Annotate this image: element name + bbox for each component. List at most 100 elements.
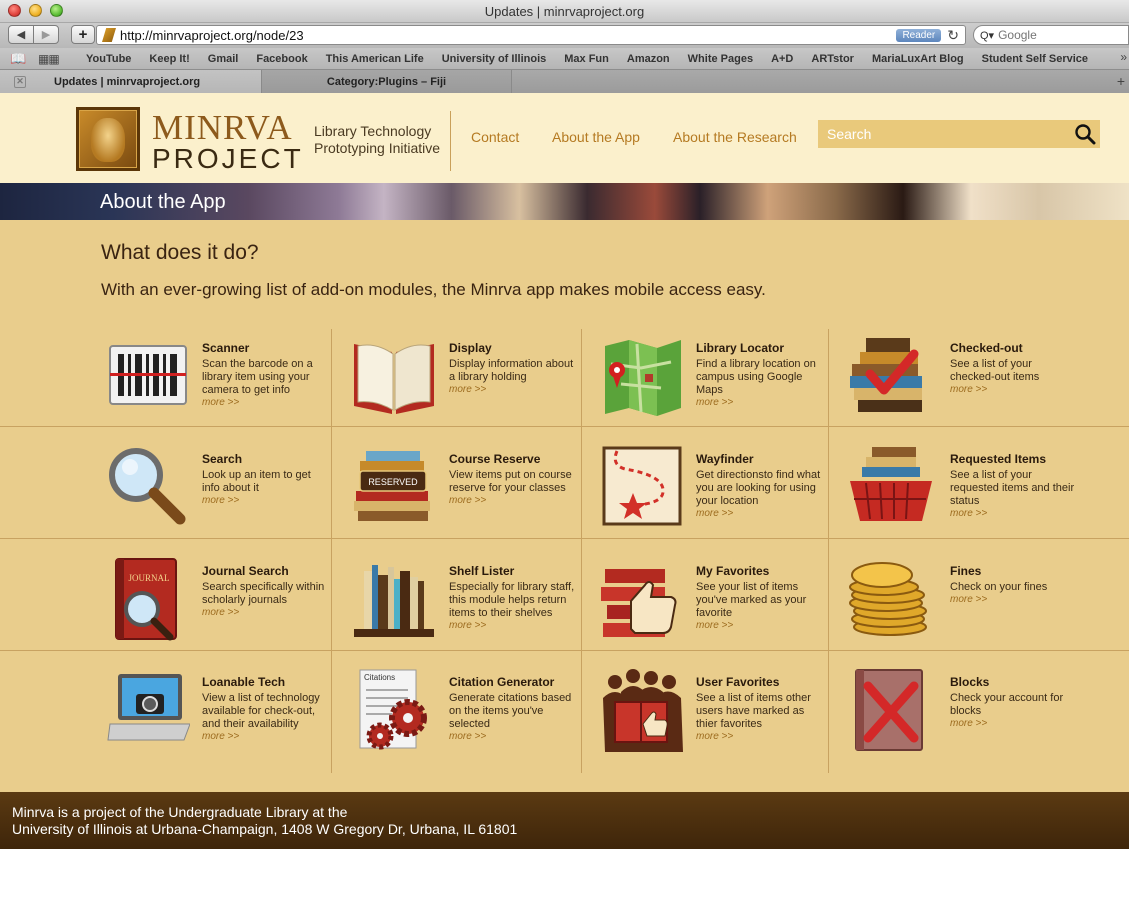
module-more-link[interactable]: more >>	[950, 718, 1078, 729]
window-titlebar: Updates | minrvaproject.org	[0, 0, 1129, 23]
close-tab-icon[interactable]: ✕	[14, 75, 26, 88]
new-tab-icon[interactable]: +	[1117, 73, 1125, 89]
module-more-link[interactable]: more >>	[449, 495, 577, 506]
journal-label: JOURNAL	[128, 573, 169, 583]
footer-text: Minrva is a project of the Undergraduate…	[12, 804, 348, 820]
module-more-link[interactable]: more >>	[449, 384, 577, 395]
bookmark-a-d[interactable]: A+D	[771, 53, 793, 65]
citations-label: Citations	[364, 673, 395, 682]
bookmark-gmail[interactable]: Gmail	[208, 53, 239, 65]
module-description: View items put on course reserve for you…	[449, 469, 572, 494]
module-more-link[interactable]: more >>	[950, 594, 1078, 605]
crowd-thumbs-up-icon	[603, 669, 683, 752]
open-book-icon	[354, 344, 434, 414]
reserved-books-icon: RESERVED	[354, 451, 430, 521]
bookmark-white-pages[interactable]: White Pages	[688, 53, 753, 65]
module-more-link[interactable]: more >>	[449, 731, 577, 742]
laptop-camera-icon	[107, 674, 190, 741]
address-bar[interactable]: http://minrvaproject.org/node/23 Reader …	[96, 25, 966, 45]
site-tagline: Library Technology Prototyping Initiativ…	[314, 123, 441, 156]
reader-button[interactable]: Reader	[896, 28, 942, 42]
module-more-link[interactable]: more >>	[696, 397, 824, 408]
site-search-input[interactable]	[818, 126, 1058, 142]
bookmarks-overflow-icon[interactable]: »	[1120, 50, 1127, 64]
top-sites-icon[interactable]: ▦▦	[38, 52, 68, 66]
bookmark-this-american-life[interactable]: This American Life	[326, 53, 424, 65]
add-bookmark-button[interactable]: +	[71, 25, 95, 44]
logo-wordmark-project[interactable]: PROJECT	[152, 143, 304, 175]
module-description: Check on your fines	[950, 581, 1048, 593]
reload-icon[interactable]: ↻	[947, 27, 959, 44]
module-blocks[interactable]: Blocks Check your account for blocks mor…	[848, 668, 1088, 768]
nav-link-about-the-research[interactable]: About the Research	[673, 129, 797, 145]
section-intro: With an ever-growing list of add-on modu…	[101, 280, 766, 299]
bookshelf-icon	[354, 565, 434, 637]
nav-link-about-the-app[interactable]: About the App	[552, 129, 640, 145]
site-search[interactable]	[818, 120, 1100, 148]
module-more-link[interactable]: more >>	[202, 495, 330, 506]
owl-icon	[91, 118, 125, 162]
bookmark-artstor[interactable]: ARTstor	[811, 53, 854, 65]
tab-plugins-fiji[interactable]: Category:Plugins – Fiji	[262, 70, 512, 93]
module-more-link[interactable]: more >>	[202, 397, 330, 408]
forward-button[interactable]: ▶	[33, 25, 59, 44]
bookmark-max-fun[interactable]: Max Fun	[564, 53, 609, 65]
bookmark-student-self-service[interactable]: Student Self Service	[982, 53, 1088, 65]
back-button[interactable]: ◀	[8, 25, 34, 44]
logo-wordmark-minrva[interactable]: MINRVA	[152, 108, 293, 148]
module-more-link[interactable]: more >>	[449, 620, 577, 631]
footer-address: University of Illinois at Urbana-Champai…	[12, 821, 518, 837]
url-text[interactable]: http://minrvaproject.org/node/23	[120, 28, 896, 43]
module-more-link[interactable]: more >>	[696, 731, 824, 742]
module-description: Especially for library staff, this modul…	[449, 581, 575, 619]
module-checked-out[interactable]: Checked-out See a list of your checked-o…	[848, 334, 1088, 434]
module-requested-items[interactable]: Requested Items See a list of your reque…	[848, 445, 1088, 545]
module-more-link[interactable]: more >>	[202, 731, 330, 742]
module-scanner[interactable]: Scanner Scan the barcode on a library it…	[106, 334, 346, 434]
book-basket-icon	[850, 447, 932, 521]
module-title: Blocks	[950, 675, 990, 689]
module-more-link[interactable]: more >>	[696, 620, 824, 631]
module-user-favorites[interactable]: User Favorites See a list of items other…	[601, 668, 841, 768]
module-more-link[interactable]: more >>	[202, 607, 330, 618]
module-loanable-tech[interactable]: Loanable Tech View a list of technology …	[106, 668, 346, 768]
bookmark-university-of-illinois[interactable]: University of Illinois	[442, 53, 547, 65]
main-content: What does it do? With an ever-growing li…	[0, 220, 1129, 792]
bookmark-marialuxart-blog[interactable]: MariaLuxArt Blog	[872, 53, 964, 65]
web-search-field[interactable]: Q▾	[973, 25, 1129, 45]
module-more-link[interactable]: more >>	[950, 384, 1078, 395]
barcode-scanner-icon	[109, 345, 187, 405]
bookmark-keep-it[interactable]: Keep It!	[149, 53, 189, 65]
module-more-link[interactable]: more >>	[950, 508, 1078, 519]
reading-list-icon[interactable]: 📖	[10, 51, 30, 67]
module-description: Get directionsto find what you are looki…	[696, 469, 821, 507]
bookmark-amazon[interactable]: Amazon	[627, 53, 670, 65]
module-citation-generator[interactable]: Citations Citation Generator Generate ci…	[352, 668, 592, 768]
module-description: Search specifically within scholarly jou…	[202, 581, 325, 606]
module-description: Look up an item to get info about it	[202, 469, 311, 494]
bookmark-youtube[interactable]: YouTube	[86, 53, 131, 65]
module-journal-search[interactable]: JOURNAL Journal Search Search specifical…	[106, 557, 346, 657]
module-course-reserve[interactable]: RESERVED Course Reserve View items put o…	[352, 445, 592, 545]
module-search[interactable]: Search Look up an item to get info about…	[106, 445, 346, 545]
module-title: Shelf Lister	[449, 564, 515, 578]
nav-link-contact[interactable]: Contact	[471, 129, 519, 145]
module-my-favorites[interactable]: My Favorites See your list of items you'…	[601, 557, 841, 657]
map-pin-icon	[605, 340, 681, 416]
coins-icon	[849, 562, 927, 636]
bookmark-facebook[interactable]: Facebook	[256, 53, 307, 65]
minrva-owl-logo[interactable]	[76, 107, 140, 171]
module-more-link[interactable]: more >>	[696, 508, 824, 519]
search-icon[interactable]	[1074, 123, 1096, 145]
module-wayfinder[interactable]: Wayfinder Get directionsto find what you…	[601, 445, 841, 545]
module-shelf-lister[interactable]: Shelf Lister Especially for library staf…	[352, 557, 592, 657]
module-description: See your list of items you've marked as …	[696, 581, 807, 619]
web-search-input[interactable]	[998, 28, 1109, 42]
module-title: Library Locator	[696, 341, 785, 355]
module-display[interactable]: Display Display information about a libr…	[352, 334, 592, 434]
module-title: Citation Generator	[449, 675, 555, 689]
module-library-locator[interactable]: Library Locator Find a library location …	[601, 334, 841, 434]
banner-title: About the App	[100, 191, 226, 213]
module-fines[interactable]: Fines Check on your fines more >>	[848, 557, 1088, 657]
tab-updates[interactable]: ✕ Updates | minrvaproject.org	[0, 70, 262, 93]
